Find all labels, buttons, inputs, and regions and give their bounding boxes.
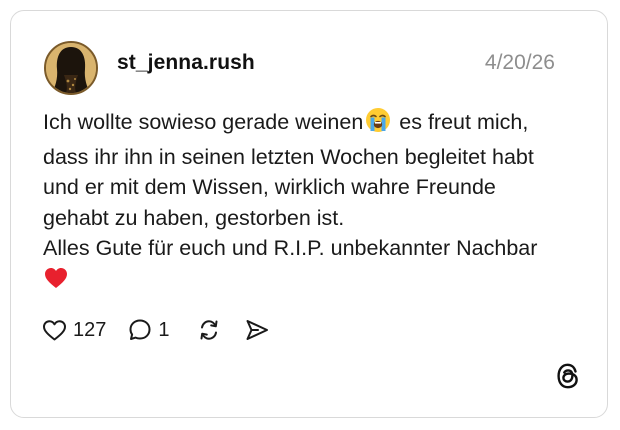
post-line-emoji: [43, 264, 583, 299]
heart-outline-icon: [42, 319, 67, 342]
avatar-image: [46, 43, 96, 93]
post-text: Ich wollte sowieso gerade weinen es freu…: [43, 107, 583, 298]
avatar[interactable]: [44, 41, 98, 95]
reply-count: 1: [158, 318, 170, 341]
action-bar: 127 1: [42, 315, 270, 345]
repost-icon: [196, 317, 222, 343]
repost-button[interactable]: [196, 317, 222, 343]
post-line: Ich wollte sowieso gerade weinen es freu…: [43, 107, 583, 142]
like-count: 127: [73, 318, 107, 341]
send-arrow-icon: [244, 318, 270, 342]
post-line: dass ihr ihn in seinen letzten Wochen be…: [43, 144, 534, 169]
post-line: Alles Gute für euch und R.I.P. unbekannt…: [43, 236, 538, 260]
username[interactable]: st_jenna.rush: [117, 51, 255, 75]
reply-button[interactable]: 1: [128, 318, 170, 342]
post-date: 4/20/26: [484, 51, 555, 74]
speech-bubble-icon: [128, 318, 152, 342]
post-line: und er mit dem Wissen, wirklich wahre Fr…: [43, 175, 496, 199]
post-line: gehabt zu haben, gestorben ist.: [43, 205, 345, 230]
share-button[interactable]: [244, 318, 270, 342]
red-heart-emoji: [43, 266, 69, 299]
post-line-1-start: Ich wollte sowieso gerade weinen: [43, 110, 364, 134]
post-card[interactable]: st_jenna.rush 4/20/26 Ich wollte sowieso…: [10, 10, 608, 418]
post-line-1-end: es freut mich,: [399, 110, 529, 134]
loudly-crying-face-emoji: [365, 107, 391, 142]
threads-logo-icon: [555, 362, 581, 395]
like-button[interactable]: 127: [42, 319, 106, 342]
